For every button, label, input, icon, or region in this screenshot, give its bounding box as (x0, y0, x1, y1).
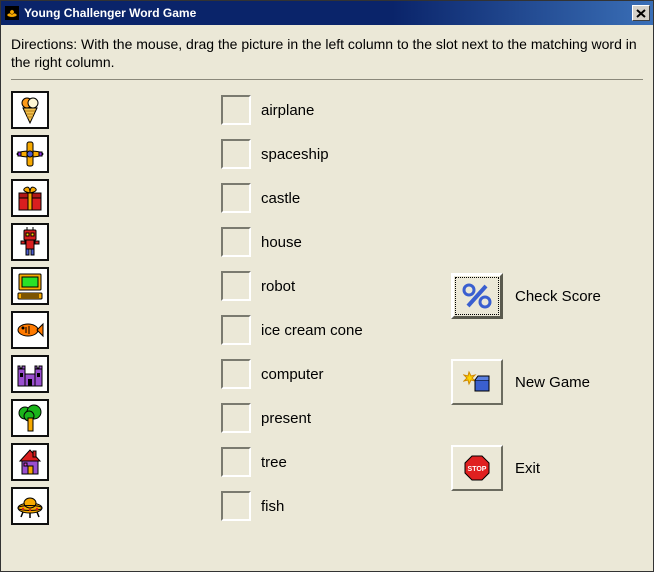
word-label: robot (261, 278, 295, 295)
check-score-button[interactable] (451, 273, 503, 319)
slot-computer[interactable] (221, 359, 251, 389)
app-icon (4, 5, 20, 21)
word-label: castle (261, 190, 300, 207)
exit-button[interactable]: STOP (451, 445, 503, 491)
action-buttons: Check Score New Game STOP (451, 88, 643, 531)
slot-house[interactable] (221, 227, 251, 257)
slot-airplane[interactable] (221, 95, 251, 125)
picture-robot[interactable] (11, 223, 49, 261)
check-score-label: Check Score (515, 288, 601, 305)
word-label: present (261, 410, 311, 427)
exit-label: Exit (515, 460, 540, 477)
title-bar: Young Challenger Word Game (1, 1, 653, 25)
spaceship-icon (15, 491, 45, 521)
word-label: computer (261, 366, 324, 383)
picture-ice-cream-cone[interactable] (11, 91, 49, 129)
picture-house[interactable] (11, 443, 49, 481)
castle-icon (15, 359, 45, 389)
fish-icon (15, 315, 45, 345)
close-icon (636, 9, 646, 18)
ice-cream-cone-icon (15, 95, 45, 125)
directions-text: Directions: With the mouse, drag the pic… (11, 33, 643, 80)
picture-airplane[interactable] (11, 135, 49, 173)
close-button[interactable] (632, 5, 650, 21)
picture-spaceship[interactable] (11, 487, 49, 525)
words-column: airplane spaceship castle house robot ic… (221, 88, 451, 531)
slot-castle[interactable] (221, 183, 251, 213)
window-title: Young Challenger Word Game (24, 6, 196, 20)
slot-spaceship[interactable] (221, 139, 251, 169)
airplane-icon (15, 139, 45, 169)
slot-present[interactable] (221, 403, 251, 433)
word-label: tree (261, 454, 287, 471)
picture-castle[interactable] (11, 355, 49, 393)
word-label: ice cream cone (261, 322, 363, 339)
svg-text:STOP: STOP (468, 466, 487, 473)
percent-icon (460, 281, 494, 311)
picture-present[interactable] (11, 179, 49, 217)
stop-icon: STOP (463, 454, 491, 482)
slot-robot[interactable] (221, 271, 251, 301)
picture-tree[interactable] (11, 399, 49, 437)
word-label: airplane (261, 102, 314, 119)
new-game-label: New Game (515, 374, 590, 391)
new-game-button[interactable] (451, 359, 503, 405)
picture-computer[interactable] (11, 267, 49, 305)
pictures-column (11, 88, 221, 531)
tree-icon (15, 403, 45, 433)
word-label: spaceship (261, 146, 329, 163)
robot-icon (15, 227, 45, 257)
house-icon (15, 447, 45, 477)
word-label: fish (261, 498, 284, 515)
slot-tree[interactable] (221, 447, 251, 477)
computer-icon (15, 271, 45, 301)
new-icon (463, 370, 491, 394)
slot-ice-cream-cone[interactable] (221, 315, 251, 345)
slot-fish[interactable] (221, 491, 251, 521)
present-icon (15, 183, 45, 213)
word-label: house (261, 234, 302, 251)
picture-fish[interactable] (11, 311, 49, 349)
